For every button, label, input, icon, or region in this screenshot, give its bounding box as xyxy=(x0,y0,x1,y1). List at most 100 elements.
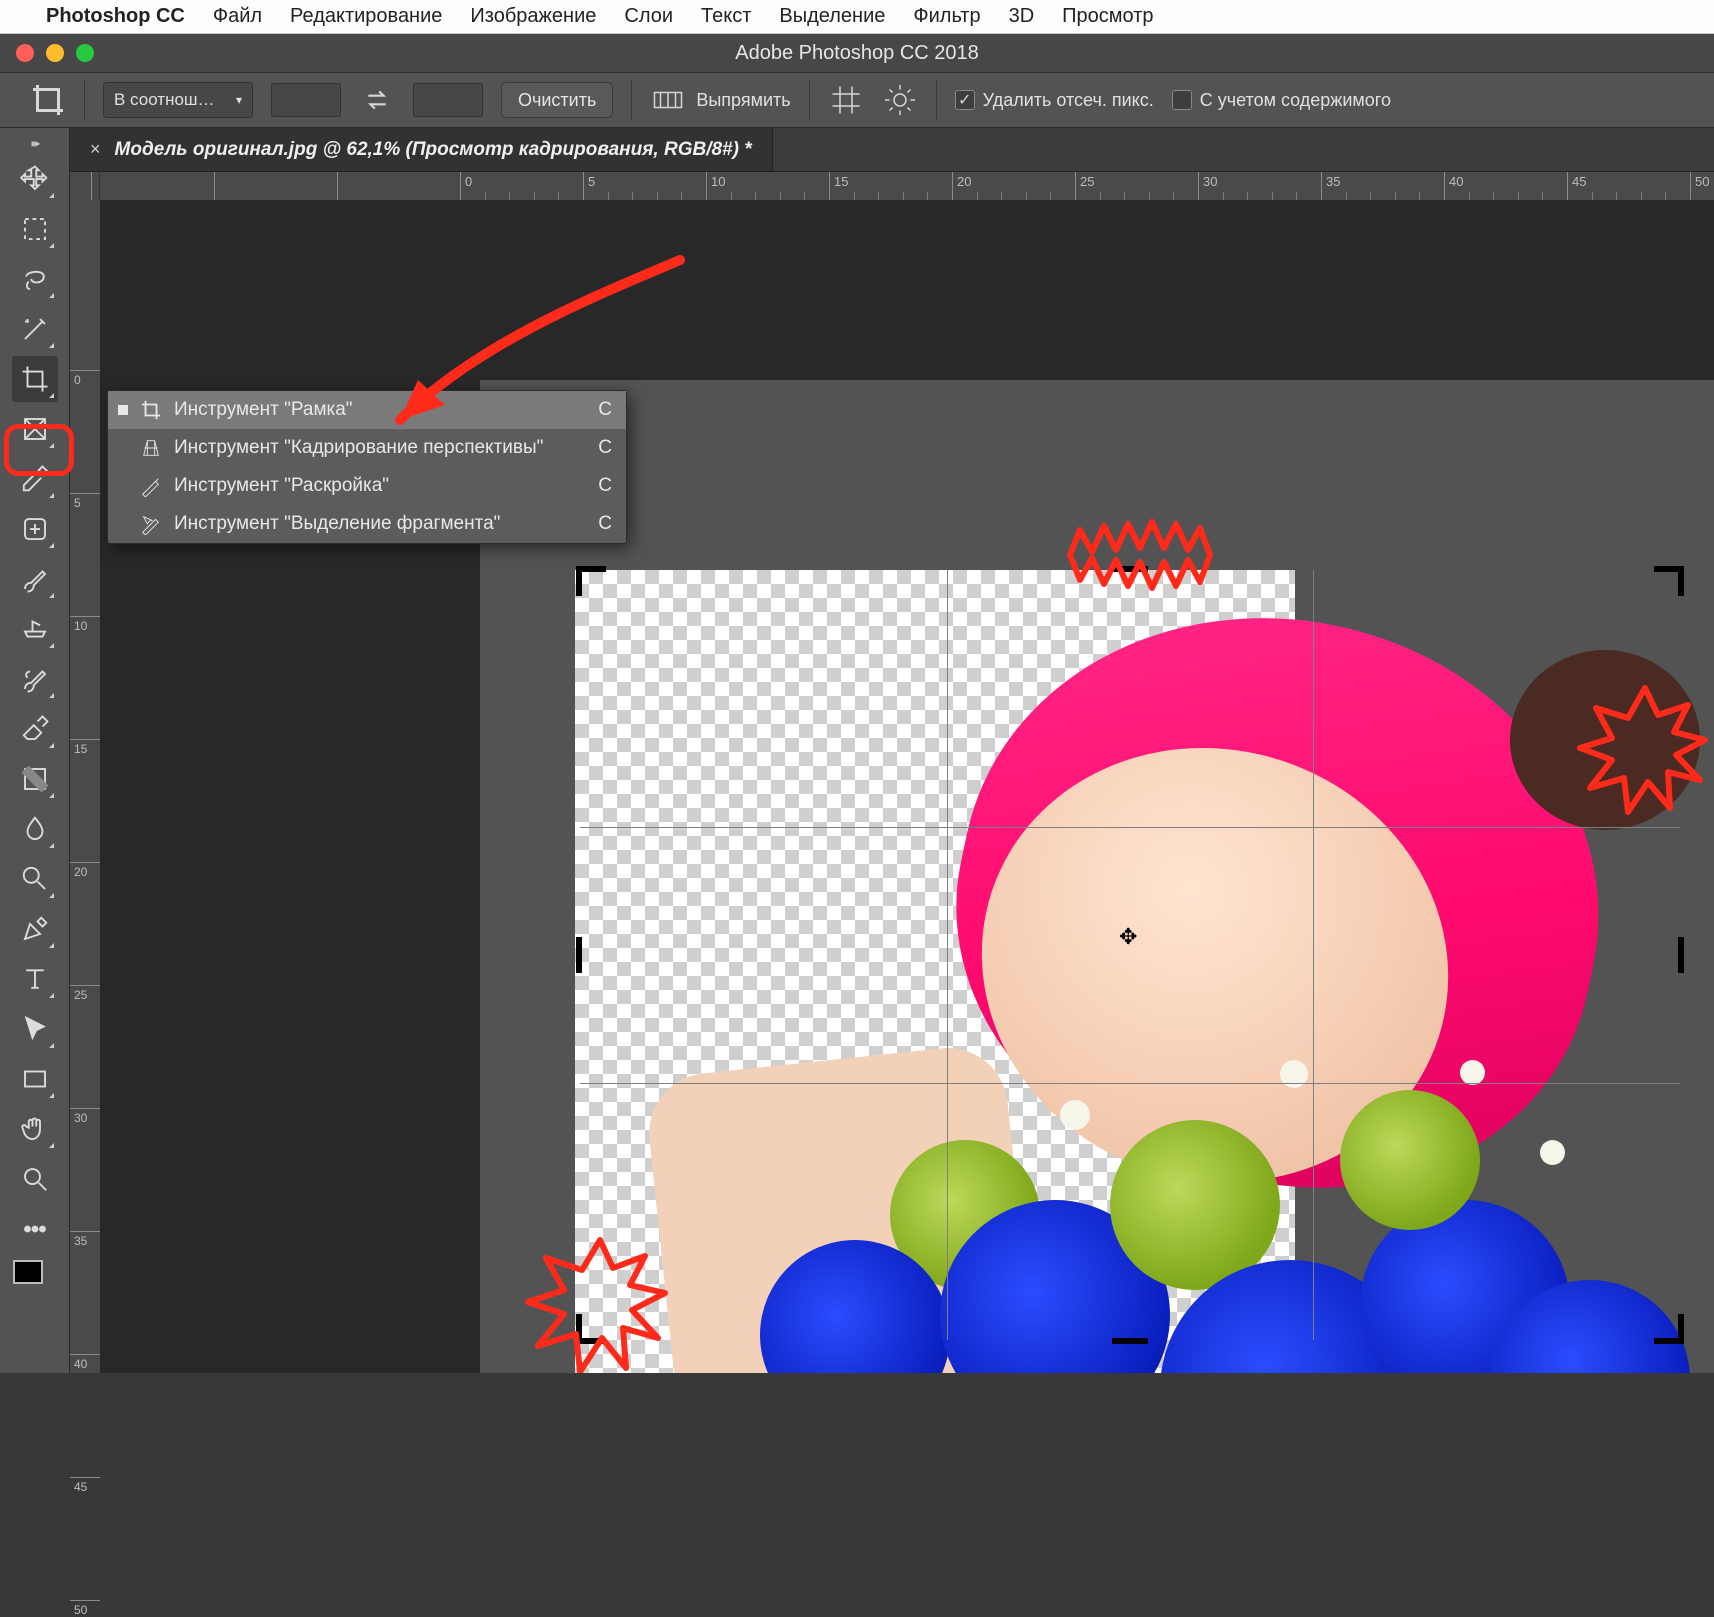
crop-frame[interactable]: ✥ xyxy=(580,570,1680,1340)
crop-width-input[interactable] xyxy=(271,83,341,117)
straighten-icon[interactable] xyxy=(650,82,686,118)
separator xyxy=(84,80,85,120)
delete-cropped-label: Удалить отсеч. пикс. xyxy=(983,90,1154,111)
swap-dimensions-icon[interactable] xyxy=(359,82,395,118)
flyout-item-slice[interactable]: Инструмент "Раскройка" C xyxy=(108,467,626,505)
toolbox-collapse-chevron-icon[interactable]: ▸▸ xyxy=(0,132,70,154)
lasso-tool[interactable] xyxy=(12,256,58,302)
magic-wand-tool[interactable] xyxy=(12,306,58,352)
crop-overlay-grid-icon[interactable] xyxy=(828,82,864,118)
traffic-lights[interactable] xyxy=(0,44,94,62)
menu-3d[interactable]: 3D xyxy=(1009,5,1035,28)
flyout-active-dot-icon xyxy=(118,405,128,415)
marquee-tool[interactable] xyxy=(12,206,58,252)
history-brush-tool[interactable] xyxy=(12,656,58,702)
menu-type[interactable]: Текст xyxy=(701,5,751,28)
healing-brush-tool[interactable] xyxy=(12,506,58,552)
document-tab-title: Модель оригинал.jpg @ 62,1% (Просмотр ка… xyxy=(115,139,752,161)
menu-image[interactable]: Изображение xyxy=(470,5,596,28)
direct-select-tool[interactable] xyxy=(12,1006,58,1052)
menu-view[interactable]: Просмотр xyxy=(1062,5,1153,28)
menu-file[interactable]: Файл xyxy=(213,5,262,28)
rectangle-tool[interactable] xyxy=(12,1056,58,1102)
menu-select[interactable]: Выделение xyxy=(779,5,885,28)
zoom-tool[interactable] xyxy=(12,1156,58,1202)
separator xyxy=(809,80,810,120)
eyedropper-tool[interactable] xyxy=(12,456,58,502)
toolbox: ▸▸ xyxy=(0,128,70,1373)
crop-center-cursor-icon: ✥ xyxy=(1119,924,1137,950)
move-tool[interactable] xyxy=(12,156,58,202)
aspect-ratio-dropdown[interactable]: В соотнош… ▾ xyxy=(103,82,253,118)
content-aware-checkbox-row[interactable]: С учетом содержимого xyxy=(1172,90,1391,111)
crop-handle-right[interactable] xyxy=(1678,937,1684,973)
crop-handle-bottom[interactable] xyxy=(1112,1338,1148,1344)
flyout-item-perspective-crop[interactable]: Инструмент "Кадрирование перспективы" C xyxy=(108,429,626,467)
window-minimize-button[interactable] xyxy=(46,44,64,62)
flyout-item-label: Инструмент "Раскройка" xyxy=(174,475,576,497)
separator xyxy=(631,80,632,120)
canvas[interactable]: ✥ Инструмент "Рамка" C Инструмент "Кадри… xyxy=(100,200,1714,1373)
crop-tool-flyout[interactable]: Инструмент "Рамка" C Инструмент "Кадриро… xyxy=(107,390,627,544)
pen-tool[interactable] xyxy=(12,906,58,952)
dodge-tool[interactable] xyxy=(12,856,58,902)
color-swatches[interactable] xyxy=(13,1260,57,1292)
delete-cropped-checkbox[interactable] xyxy=(955,90,975,110)
slice-icon xyxy=(140,475,162,497)
chevron-down-icon: ▾ xyxy=(236,93,242,107)
crop-options-gear-icon[interactable] xyxy=(882,82,918,118)
active-tool-indicator-icon xyxy=(30,82,66,118)
crop-handle-bl[interactable] xyxy=(576,1314,606,1344)
document-tab-bar: × Модель оригинал.jpg @ 62,1% (Просмотр … xyxy=(70,128,1714,172)
flyout-item-slice-select[interactable]: Инструмент "Выделение фрагмента" C xyxy=(108,505,626,543)
perspective-crop-icon xyxy=(140,437,162,459)
flyout-item-shortcut: C xyxy=(588,475,612,497)
horizontal-ruler[interactable]: 051015202530354045505560 xyxy=(70,172,1714,200)
blur-tool[interactable] xyxy=(12,806,58,852)
crop-tool[interactable] xyxy=(12,356,58,402)
crop-handle-tr[interactable] xyxy=(1654,566,1684,596)
window-title: Adobe Photoshop CC 2018 xyxy=(735,42,979,65)
flyout-item-label: Инструмент "Кадрирование перспективы" xyxy=(174,437,576,459)
hand-tool[interactable] xyxy=(12,1106,58,1152)
window-zoom-button[interactable] xyxy=(76,44,94,62)
menu-filter[interactable]: Фильтр xyxy=(913,5,980,28)
brush-tool[interactable] xyxy=(12,556,58,602)
gradient-tool[interactable] xyxy=(12,756,58,802)
type-tool[interactable] xyxy=(12,956,58,1002)
clone-stamp-tool[interactable] xyxy=(12,606,58,652)
menu-layer[interactable]: Слои xyxy=(624,5,673,28)
window-close-button[interactable] xyxy=(16,44,34,62)
close-tab-icon[interactable]: × xyxy=(90,139,101,160)
vertical-ruler[interactable]: 05101520253035404550 xyxy=(70,200,100,1373)
menu-edit[interactable]: Редактирование xyxy=(290,5,442,28)
flyout-item-label: Инструмент "Рамка" xyxy=(174,399,576,421)
crop-handle-left[interactable] xyxy=(576,937,582,973)
content-aware-checkbox[interactable] xyxy=(1172,90,1192,110)
flyout-item-crop[interactable]: Инструмент "Рамка" C xyxy=(108,391,626,429)
crop-handle-top[interactable] xyxy=(1112,566,1148,572)
app-name[interactable]: Photoshop CC xyxy=(46,5,185,28)
separator xyxy=(936,80,937,120)
crop-height-input[interactable] xyxy=(413,83,483,117)
slice-select-icon xyxy=(140,513,162,535)
clear-crop-button[interactable]: Очистить xyxy=(501,82,613,118)
crop-icon xyxy=(140,399,162,421)
crop-handle-tl[interactable] xyxy=(576,566,606,596)
window-titlebar: Adobe Photoshop CC 2018 xyxy=(0,34,1714,72)
crop-handle-br[interactable] xyxy=(1654,1314,1684,1344)
frame-tool[interactable] xyxy=(12,406,58,452)
mac-menubar[interactable]: Photoshop CC Файл Редактирование Изображ… xyxy=(0,0,1714,34)
straighten-label[interactable]: Выпрямить xyxy=(696,90,790,111)
flyout-item-shortcut: C xyxy=(588,437,612,459)
options-bar: В соотнош… ▾ Очистить Выпрямить Удалить … xyxy=(0,72,1714,128)
flyout-item-shortcut: C xyxy=(588,513,612,535)
flyout-item-shortcut: C xyxy=(588,399,612,421)
flyout-item-label: Инструмент "Выделение фрагмента" xyxy=(174,513,576,535)
eraser-tool[interactable] xyxy=(12,706,58,752)
content-aware-label: С учетом содержимого xyxy=(1200,90,1391,111)
delete-cropped-checkbox-row[interactable]: Удалить отсеч. пикс. xyxy=(955,90,1154,111)
document-tab[interactable]: × Модель оригинал.jpg @ 62,1% (Просмотр … xyxy=(70,128,773,171)
edit-toolbar-button[interactable] xyxy=(12,1206,58,1252)
aspect-ratio-label: В соотнош… xyxy=(114,90,215,110)
